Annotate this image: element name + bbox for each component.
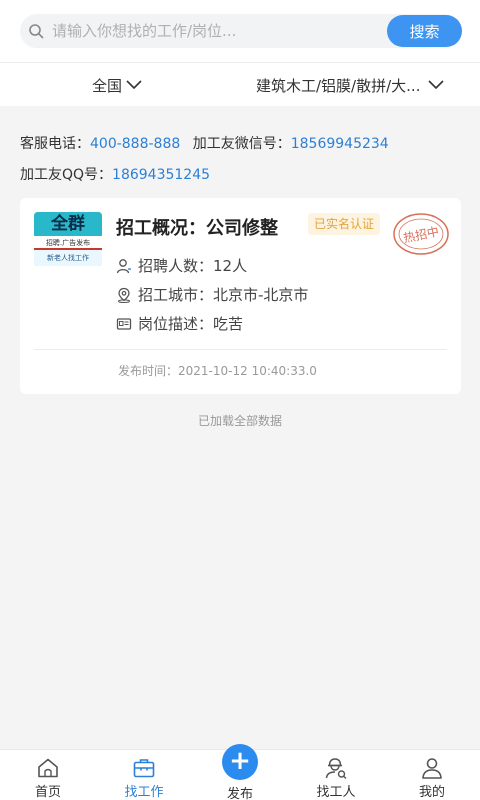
verified-badge: 已实名认证 [308,213,381,235]
logo-subtitle: 招聘.广告发布 [34,236,102,250]
contact-row-qq: 加工友QQ号：18694351245 [20,164,210,184]
qq-label: 加工友QQ号： [20,167,113,183]
qq-value[interactable]: 18694351245 [112,167,210,183]
hiring-city: 招工城市：北京市-北京市 [116,284,308,305]
person-icon [116,258,131,273]
logo-tagline: 新老人找工作 [34,250,102,266]
search-bar: 搜索 [0,0,480,62]
nav-post-label: 发布 [226,787,253,800]
filter-bar: 全国 建筑木工/铝膜/散拼/大... [0,62,480,106]
job-card[interactable]: 全群 招聘.广告发布 新老人找工作 招工概况：公司修整 已实名认证 热招中 招聘… [20,198,461,394]
publish-time-value: 2021-10-12 10:40:33.0 [178,364,317,378]
nav-post[interactable]: + 发布 [192,744,288,800]
contact-row-phone-wechat: 客服电话：400-888-888 加工友微信号：18569945234 [20,133,389,153]
nav-mine-label: 我的 [418,785,445,800]
wechat-label: 加工友微信号： [192,136,291,152]
publish-time-label: 发布时间： [118,364,179,378]
list-end-status: 已加载全部数据 [197,414,282,428]
search-input[interactable] [52,14,382,48]
hot-hiring-stamp-icon: 热招中 [393,213,449,255]
nav-find-jobs-label: 找工作 [124,785,164,800]
card-divider [34,349,447,350]
hiring-count: 招聘人数：12人 [116,255,247,276]
nav-home-label: 首页 [34,785,61,800]
nav-mine[interactable]: 我的 [384,750,480,800]
nav-find-workers-label: 找工人 [316,785,356,800]
home-icon [38,758,58,778]
search-button[interactable]: 搜索 [387,15,462,47]
plus-icon: + [222,744,258,780]
briefcase-icon [133,759,155,778]
phone-label: 客服电话： [20,136,90,152]
region-filter[interactable]: 全国 [92,63,142,107]
job-description: 岗位描述：吃苦 [116,313,243,334]
search-icon [29,24,44,39]
wechat-value[interactable]: 18569945234 [291,136,389,152]
worker-search-icon [325,758,347,779]
location-pin-icon [118,287,130,303]
nav-home[interactable]: 首页 [0,750,96,800]
logo-title: 全群 [34,212,102,236]
job-title: 招工概况：公司修整 [116,218,278,239]
id-card-icon [116,317,132,330]
chevron-down-icon [126,80,142,90]
hiring-city-text: 招工城市：北京市-北京市 [138,286,309,304]
company-logo: 全群 招聘.广告发布 新老人找工作 [34,212,102,266]
category-filter-label: 建筑木工/铝膜/散拼/大... [256,76,421,95]
user-icon [422,758,442,779]
phone-value[interactable]: 400-888-888 [90,136,180,152]
bottom-nav: 首页 找工作 + 发布 找工人 我的 [0,744,480,800]
hiring-count-text: 招聘人数：12人 [138,257,248,275]
nav-find-jobs[interactable]: 找工作 [96,750,192,800]
region-filter-label: 全国 [92,76,123,95]
chevron-down-icon [428,80,445,90]
publish-time: 发布时间：2021-10-12 10:40:33.0 [118,362,317,379]
hot-stamp-text: 热招中 [402,223,440,245]
category-filter[interactable]: 建筑木工/铝膜/散拼/大... [256,63,445,107]
job-description-text: 岗位描述：吃苦 [138,315,244,333]
nav-find-workers[interactable]: 找工人 [288,750,384,800]
